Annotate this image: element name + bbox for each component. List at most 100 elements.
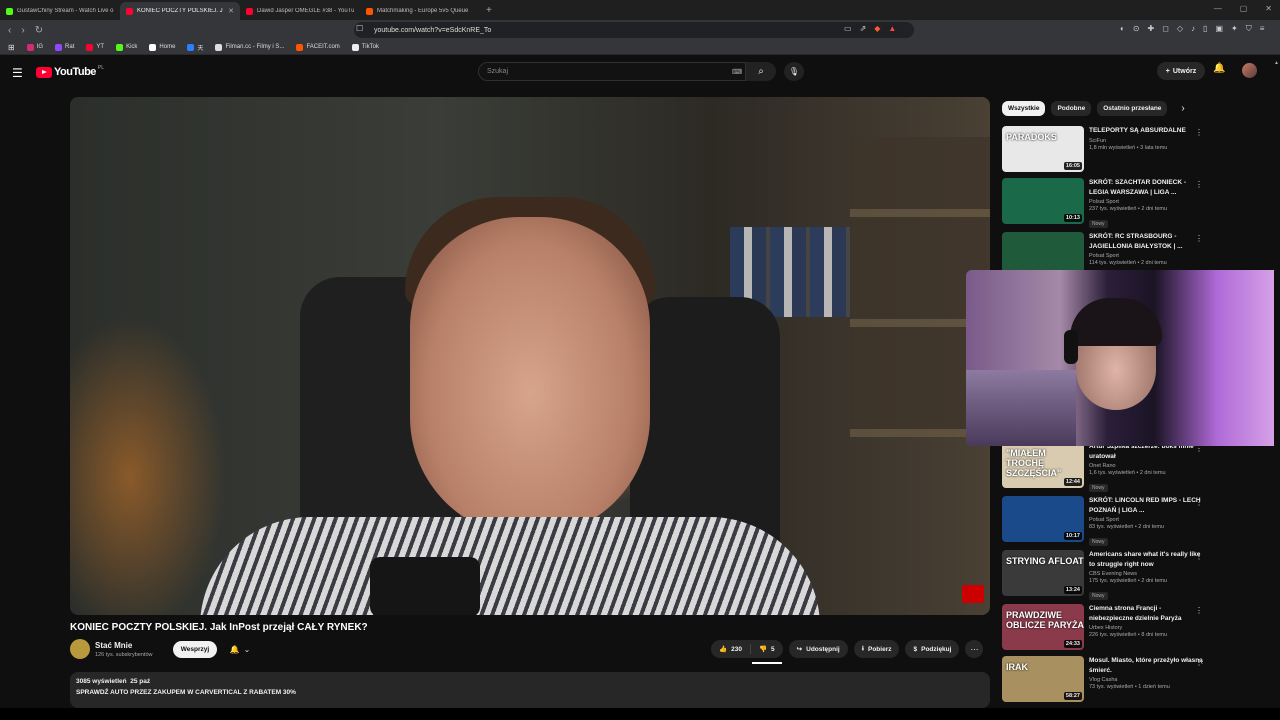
more-options-icon[interactable]: ⋮ (1195, 180, 1203, 189)
recommendation-title[interactable]: Americans share what it's really like to… (1089, 550, 1207, 569)
recommendation-item[interactable]: PRAWDZIWE OBLICZE PARYŻA 24:33 Ciemna stro… (1002, 604, 1207, 654)
like-button[interactable]: 👍 230 (711, 640, 750, 658)
channel-name[interactable]: Stać Mnie (95, 641, 132, 650)
more-options-icon[interactable]: ⋮ (1195, 234, 1203, 243)
vpn-icon[interactable]: ⛉ (1246, 24, 1252, 34)
extension-icon[interactable]: ⊙ (1133, 24, 1140, 34)
recommendation-item[interactable]: 10:13 SKRÓT: SZACHTAR DONIECK - LEGIA WAR… (1002, 178, 1207, 228)
menu-icon[interactable]: ≡ (1260, 24, 1265, 34)
extension-icon[interactable]: ◇ (1177, 24, 1183, 34)
recommendation-item[interactable]: IRAK 58:27 Mosul. Miasto, które przeżyło w… (1002, 656, 1207, 706)
recommendation-title[interactable]: SKRÓT: RC STRASBOURG - JAGIELLONIA BIAŁY… (1089, 232, 1207, 251)
bookmark[interactable]: 天 (187, 43, 203, 52)
search-button[interactable]: ⌕ (746, 62, 776, 81)
video-thumbnail[interactable]: 10:13 (1002, 178, 1084, 224)
recommendation-item[interactable]: STRYING AFLOAT 13:24 Americans share what … (1002, 550, 1207, 600)
bookmark[interactable]: Rat (55, 43, 74, 51)
recommendation-item[interactable]: "MIAŁEM TROCHĘ SZCZĘŚCIA" 12:44 Artur Szpi… (1002, 442, 1207, 492)
recommendation-item[interactable]: PARADOKS 16:05 TELEPORTY SĄ ABSURDALNE SciF… (1002, 126, 1207, 176)
create-button[interactable]: + Utwórz (1157, 62, 1205, 80)
description-box[interactable]: 3085 wyświetleń 25 paź SPRAWDŹ AUTO PRZE… (70, 672, 990, 708)
minimize-icon[interactable]: — (1214, 4, 1222, 13)
chip-related[interactable]: Podobne (1051, 101, 1092, 116)
video-thumbnail[interactable]: PRAWDZIWE OBLICZE PARYŻA 24:33 (1002, 604, 1084, 650)
address-bar[interactable]: youtube.com/watch?v=eSdcKnRE_To (354, 22, 914, 38)
scroll-up-icon[interactable]: ▲ (1274, 60, 1279, 66)
channel-avatar[interactable] (70, 639, 90, 659)
share-button[interactable]: ↪ Udostępnij (788, 640, 848, 658)
browser-tab[interactable]: Dawid Jasper OMEGLE #38 - YouTub (240, 2, 360, 20)
voice-search-button[interactable]: 🎙 (784, 62, 804, 81)
bookmark[interactable]: Filman.cc - Filmy i S... (215, 43, 284, 51)
close-window-icon[interactable]: ✕ (1265, 4, 1272, 13)
subscribe-watermark-icon[interactable] (962, 585, 984, 603)
recommendation-channel[interactable]: SciFun (1089, 138, 1207, 144)
video-player[interactable] (70, 97, 990, 615)
extension-icon[interactable]: ◐ (1120, 24, 1125, 34)
bookmark[interactable]: IG (26, 43, 43, 51)
recommendation-channel[interactable]: Urbex History (1089, 625, 1207, 631)
subscription-bell-button[interactable]: 🔔 ⌄ (224, 641, 256, 658)
recommendation-channel[interactable]: Polsat Sport (1089, 253, 1207, 259)
more-options-icon[interactable]: ⋮ (1195, 128, 1203, 137)
recommendation-channel[interactable]: CBS Evening News (1089, 571, 1207, 577)
recommendation-channel[interactable]: Onet Rano (1089, 463, 1207, 469)
brave-shield-icon[interactable]: ◆ (874, 24, 880, 33)
bookmark[interactable]: FACEIT.com (296, 43, 340, 51)
bookmark-star-icon[interactable]: ☐ (356, 24, 363, 33)
bookmark[interactable]: YT (86, 43, 104, 51)
recommendation-item[interactable]: 10:17 SKRÓT: LINCOLN RED IMPS - LECH POZN… (1002, 496, 1207, 546)
leo-icon[interactable]: ✦ (1231, 24, 1238, 34)
apps-icon[interactable]: ⊞ (8, 43, 15, 52)
recommendation-channel[interactable]: Polsat Sport (1089, 199, 1207, 205)
forward-icon[interactable]: › (21, 25, 24, 36)
video-thumbnail[interactable]: "MIAŁEM TROCHĘ SZCZĘŚCIA" 12:44 (1002, 442, 1084, 488)
notifications-bell-icon[interactable]: 🔔 (1213, 63, 1225, 74)
reload-icon[interactable]: ↻ (35, 25, 43, 36)
recommendation-channel[interactable]: Vlog Casha (1089, 677, 1207, 683)
share-icon[interactable]: ⇗ (860, 24, 867, 33)
browser-tab[interactable]: Matchmaking - Europe 5v5 Queue (360, 2, 480, 20)
more-options-icon[interactable]: ⋮ (1195, 498, 1203, 507)
account-avatar[interactable] (1242, 63, 1257, 78)
more-actions-icon[interactable]: ⋯ (965, 640, 984, 658)
extension-icon[interactable]: ◻ (1162, 24, 1169, 34)
download-button[interactable]: ⭳ Pobierz (853, 640, 900, 658)
chip-all[interactable]: Wszystkie (1002, 101, 1046, 116)
recommendation-title[interactable]: SKRÓT: SZACHTAR DONIECK - LEGIA WARSZAWA… (1089, 178, 1207, 197)
youtube-logo[interactable]: YouTube PL (36, 65, 104, 78)
browser-tab-active[interactable]: KONIEC POCZTY POLSKIEJ. J ✕ (120, 2, 240, 20)
new-tab-icon[interactable]: + (486, 5, 492, 16)
hamburger-menu-icon[interactable]: ☰ (12, 66, 23, 80)
bookmark[interactable]: Kick (116, 43, 137, 51)
recommendation-title[interactable]: TELEPORTY SĄ ABSURDALNE (1089, 126, 1207, 136)
back-icon[interactable]: ‹ (8, 25, 11, 36)
puzzle-icon[interactable]: ✚ (1148, 24, 1155, 34)
recommendation-title[interactable]: SKRÓT: LINCOLN RED IMPS - LECH POZNAŃ | … (1089, 496, 1207, 515)
chevron-right-icon[interactable]: › (1181, 103, 1184, 114)
more-options-icon[interactable]: ⋮ (1195, 606, 1203, 615)
recommendation-channel[interactable]: Polsat Sport (1089, 517, 1207, 523)
music-icon[interactable]: ♪ (1191, 24, 1195, 34)
close-tab-icon[interactable]: ✕ (228, 7, 234, 15)
video-thumbnail[interactable]: IRAK 58:27 (1002, 656, 1084, 702)
recommendation-title[interactable]: Ciemna strona Francji - niebezpieczne dz… (1089, 604, 1207, 623)
thanks-button[interactable]: $ Podziękuj (905, 640, 960, 658)
more-options-icon[interactable]: ⋮ (1195, 658, 1203, 667)
video-thumbnail[interactable]: 10:17 (1002, 496, 1084, 542)
page-scrollbar[interactable]: ▲ (1274, 56, 1280, 706)
recommendation-title[interactable]: Mosul. Miasto, które przeżyło własną śmi… (1089, 656, 1207, 675)
sidebar-icon[interactable]: ▯ (1203, 24, 1207, 34)
cast-icon[interactable]: ▭ (844, 24, 852, 33)
keyboard-icon[interactable]: ⌨ (732, 68, 742, 76)
video-thumbnail[interactable]: PARADOKS 16:05 (1002, 126, 1084, 172)
support-button[interactable]: Wesprzyj (173, 641, 217, 658)
dislike-button[interactable]: 👎 5 (751, 640, 783, 658)
browser-tab[interactable]: GustawChiny Stream - Watch Live o (0, 2, 120, 20)
rewards-icon[interactable]: ▲ (888, 24, 896, 33)
more-options-icon[interactable]: ⋮ (1195, 552, 1203, 561)
search-input[interactable]: Szukaj (478, 62, 746, 81)
bookmark[interactable]: Home (149, 43, 175, 51)
maximize-icon[interactable]: ▢ (1240, 4, 1248, 13)
bookmark[interactable]: TikTok (351, 43, 379, 51)
